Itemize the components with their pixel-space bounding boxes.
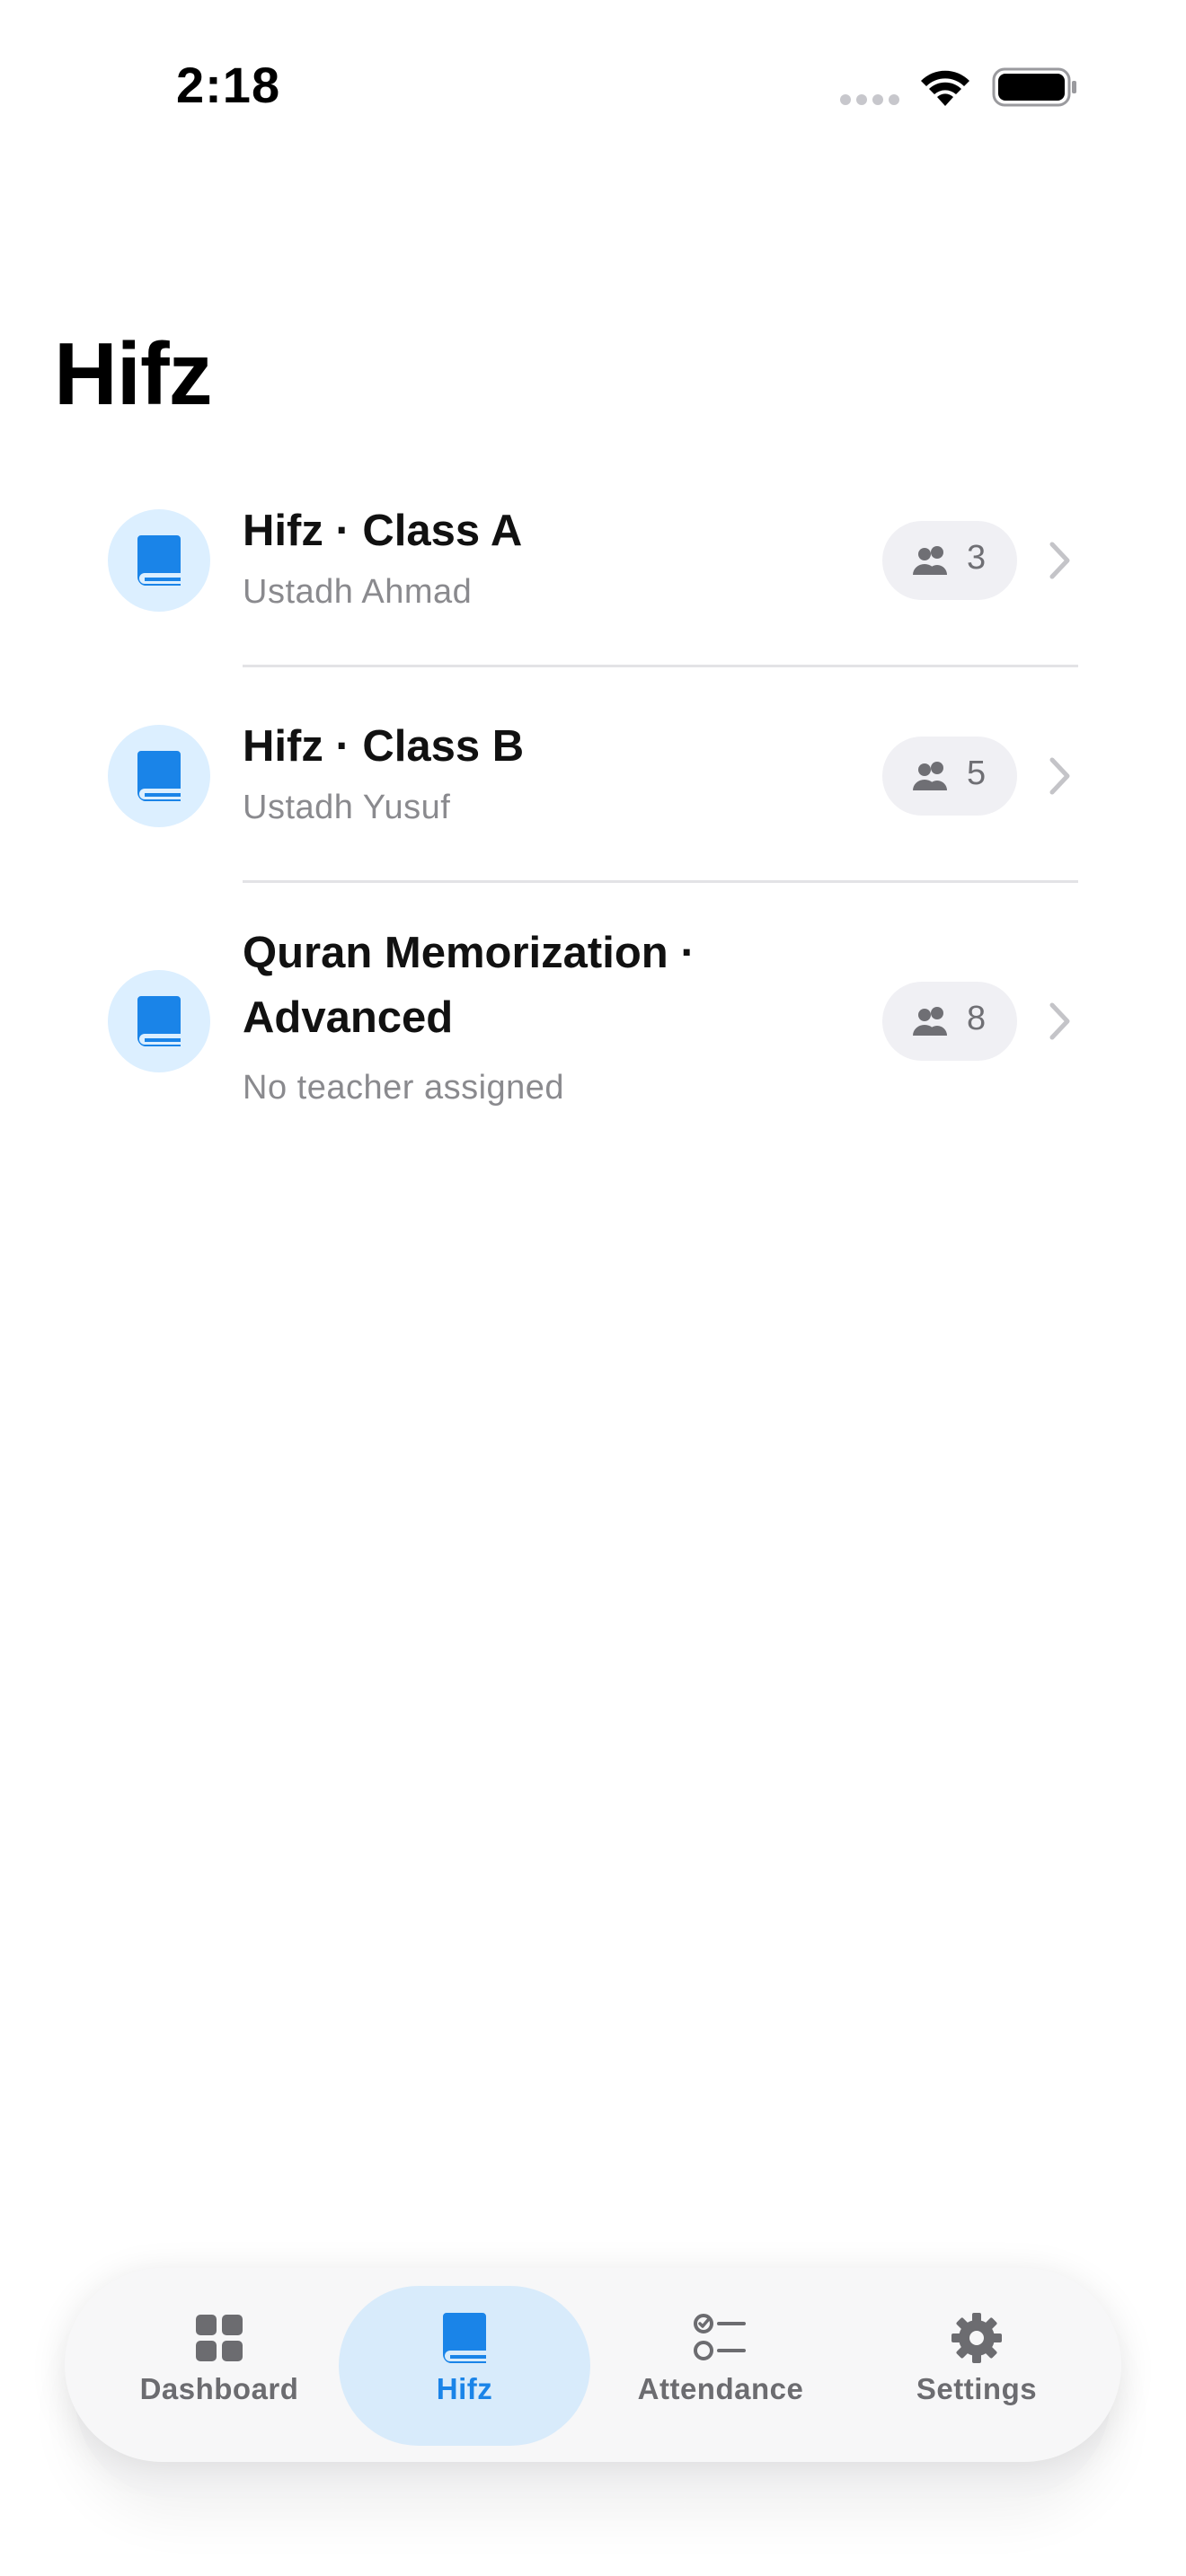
student-count: 5 xyxy=(967,754,987,792)
chevron-right-icon xyxy=(1049,757,1070,795)
battery-icon xyxy=(992,67,1076,107)
chevron-right-icon xyxy=(1049,1002,1070,1040)
tab-label: Dashboard xyxy=(139,2372,299,2405)
people-icon xyxy=(913,546,947,575)
class-teacher: No teacher assigned xyxy=(243,1069,565,1107)
checklist-icon xyxy=(694,2314,746,2360)
student-count-badge: 5 xyxy=(882,737,1017,816)
tab-attendance[interactable]: Attendance xyxy=(595,2268,846,2462)
people-icon xyxy=(913,762,947,790)
book-icon xyxy=(442,2313,486,2363)
people-icon xyxy=(913,1007,947,1036)
tab-label: Attendance xyxy=(637,2372,804,2405)
tab-bar: Dashboard Hifz Attendance Settings xyxy=(65,2268,1121,2462)
class-icon-badge xyxy=(108,725,210,827)
tab-label: Hifz xyxy=(436,2372,493,2405)
tab-hifz[interactable]: Hifz xyxy=(339,2268,590,2462)
tab-dashboard[interactable]: Dashboard xyxy=(93,2268,345,2462)
book-icon xyxy=(137,535,181,586)
class-icon-badge xyxy=(108,970,210,1072)
row-divider xyxy=(243,665,1078,667)
class-row[interactable]: Hifz · Class B Ustadh Yusuf 5 xyxy=(0,705,1186,885)
class-icon-badge xyxy=(108,509,210,612)
wifi-icon xyxy=(921,70,969,106)
page-title: Hifz xyxy=(54,324,213,423)
class-title: Hifz · Class A xyxy=(243,507,523,555)
tab-settings[interactable]: Settings xyxy=(851,2268,1102,2462)
status-time: 2:18 xyxy=(176,57,281,113)
book-icon xyxy=(137,751,181,801)
student-count-badge: 3 xyxy=(882,521,1017,600)
class-row[interactable]: Hifz · Class A Ustadh Ahmad 3 xyxy=(0,490,1186,669)
student-count-badge: 8 xyxy=(882,982,1017,1061)
status-bar: 2:18 xyxy=(0,0,1186,171)
student-count: 3 xyxy=(967,539,987,577)
book-icon xyxy=(137,996,181,1046)
grid-icon xyxy=(196,2315,243,2361)
class-title: Quran Memorization · Advanced xyxy=(243,929,695,1042)
selected-tab-indicator xyxy=(339,2286,590,2446)
class-teacher: Ustadh Ahmad xyxy=(243,573,473,611)
class-title: Hifz · Class B xyxy=(243,722,525,771)
class-row[interactable]: Quran Memorization · Advanced No teacher… xyxy=(0,921,1186,1145)
gear-icon xyxy=(951,2313,1002,2363)
tab-label: Settings xyxy=(916,2372,1038,2405)
cellular-signal-icon xyxy=(840,94,899,105)
class-teacher: Ustadh Yusuf xyxy=(243,789,451,826)
student-count: 8 xyxy=(967,1000,987,1037)
row-divider xyxy=(243,880,1078,883)
chevron-right-icon xyxy=(1049,542,1070,579)
